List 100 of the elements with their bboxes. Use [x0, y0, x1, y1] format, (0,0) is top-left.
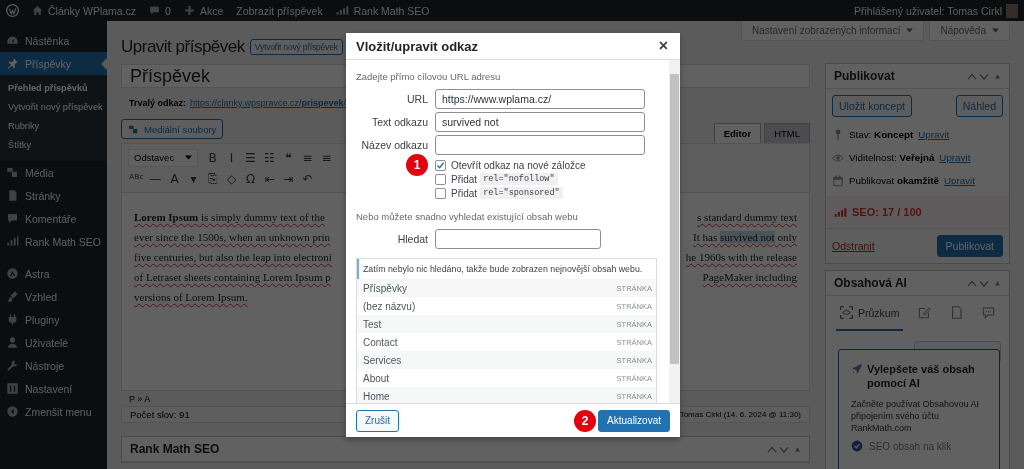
eye-icon: [832, 151, 844, 164]
menu-item[interactable]: Nástěnka: [0, 29, 107, 52]
checkbox[interactable]: [435, 159, 446, 171]
toolbar-button[interactable]: ↶: [299, 168, 316, 189]
panel-arrows-icon: [967, 72, 1001, 80]
menu-item[interactable]: Média: [0, 161, 107, 184]
submenu-item[interactable]: Rubriky: [0, 117, 107, 136]
input-field[interactable]: https://www.wplama.cz/: [435, 89, 645, 109]
step-marker: 1: [406, 154, 428, 176]
format-select[interactable]: Odstavec: [128, 148, 198, 167]
edit-link[interactable]: Upravit: [943, 175, 975, 186]
toolbar-button[interactable]: ☷: [261, 147, 278, 168]
view-post-link[interactable]: Zobrazit příspěvek: [236, 4, 323, 17]
wrench-icon: [6, 359, 19, 372]
paragraph-text: s standard dummy text: [697, 211, 797, 223]
close-button[interactable]: ×: [656, 38, 670, 54]
menu-item[interactable]: Uživatelé: [0, 331, 107, 354]
calendar-icon: [832, 174, 844, 187]
update-button[interactable]: Aktualizovat: [598, 409, 670, 432]
status-text: Stav: Koncept: [849, 129, 914, 140]
edit-link[interactable]: Upravit: [939, 152, 971, 163]
home-icon: [32, 5, 43, 16]
caret-icon: [185, 155, 192, 160]
toolbar-button[interactable]: A: [166, 168, 183, 189]
element-path: P » A: [129, 394, 151, 404]
menu-item[interactable]: Vzhled: [0, 285, 107, 308]
toolbar-button[interactable]: ≡: [299, 147, 316, 168]
search-field[interactable]: [435, 229, 601, 249]
menu-item[interactable]: Astra: [0, 262, 107, 285]
toolbar-button[interactable]: ⎘: [204, 168, 221, 189]
user-greeting[interactable]: Přihlášený uživatel: Tomas Cirkl: [853, 4, 1002, 17]
field-label: Hledat: [396, 233, 428, 245]
option-label: Otevřít odkaz na nové záložce: [451, 159, 586, 171]
pencil-square-icon: [918, 306, 932, 319]
save-draft-button[interactable]: Uložit koncept: [832, 95, 912, 117]
toolbar-button[interactable]: ☰: [242, 147, 259, 168]
page-icon: [6, 189, 19, 202]
menu-item[interactable]: Příspěvky: [0, 52, 107, 75]
toolbar-button[interactable]: ▾: [185, 168, 202, 189]
check-badge-icon: [851, 440, 863, 452]
delete-link[interactable]: Odstranit: [832, 240, 875, 252]
preview-button[interactable]: Náhled: [955, 95, 1003, 117]
toolbar-button[interactable]: I: [223, 147, 240, 168]
menu-item[interactable]: Nástroje: [0, 354, 107, 377]
menu-item[interactable]: Nastavení: [0, 377, 107, 400]
caret-icon: [906, 28, 914, 33]
site-link[interactable]: Články WPlama.cz: [48, 4, 137, 17]
seo-menu-link[interactable]: Rank Math SEO: [353, 4, 430, 17]
collapse-menu-button[interactable]: Zmenšit menu: [0, 400, 107, 423]
screen-tab-button[interactable]: Nápověda: [929, 21, 1010, 41]
toolbar-button[interactable]: ⇥: [280, 168, 297, 189]
toolbar-button[interactable]: —: [147, 168, 164, 189]
new-post-button[interactable]: Vytvořit nový příspěvek: [249, 39, 343, 55]
option-label: Přidat: [451, 173, 478, 185]
paragraph-text: Lorem Ipsum is simply dummy text of the: [134, 211, 325, 223]
menu-item[interactable]: Komentáře: [0, 207, 107, 230]
toolbar-button[interactable]: ❝: [280, 147, 297, 168]
toolbar-button[interactable]: ◇: [223, 168, 240, 189]
editor-tab[interactable]: HTML: [764, 123, 810, 143]
speech-bubble-icon: [6, 212, 19, 225]
submenu-item[interactable]: Štítky: [0, 136, 107, 155]
toolbar-button[interactable]: ⇤: [261, 168, 278, 189]
input-field[interactable]: [435, 135, 645, 155]
paragraph-text: versions of Lorem Ipsum.: [134, 291, 248, 303]
code-text: rel="sponsored": [480, 187, 563, 199]
checkbox[interactable]: [435, 173, 446, 185]
paragraph-text: of Letraset sheets containing Lorem Ipsum p: [134, 271, 331, 283]
editor-tab[interactable]: Editor: [713, 123, 762, 143]
publish-button[interactable]: Publikovat: [936, 235, 1003, 257]
comment-count[interactable]: 0: [165, 4, 171, 17]
menu-item[interactable]: Pluginy: [0, 308, 107, 331]
paragraph-text: PageMaker including: [702, 271, 797, 283]
new-link[interactable]: Akce: [199, 4, 224, 17]
input-field[interactable]: survived not: [435, 112, 645, 132]
word-count: Počet slov: 91: [130, 409, 190, 420]
edit-link[interactable]: Upravit: [918, 129, 950, 140]
menu-item[interactable]: Stránky: [0, 184, 107, 207]
scrollbar[interactable]: [669, 60, 680, 403]
circle-logo-icon[interactable]: [6, 4, 19, 17]
toolbar-button[interactable]: ≡: [318, 147, 335, 168]
person-icon: [6, 336, 19, 349]
media-button[interactable]: Mediální soubory: [121, 119, 224, 139]
paragraph-text: he 1960s with the release: [685, 251, 797, 263]
dialog-title: Vložit/upravit odkaz: [356, 38, 479, 54]
step-marker: 2: [574, 409, 597, 432]
bar-chart-icon: [6, 235, 19, 248]
permalink-link[interactable]: https://clanky.wpspravce.cz/prispevek/: [190, 98, 346, 108]
submenu-item[interactable]: Přehled příspěvků: [0, 79, 107, 98]
toolbar-button[interactable]: B: [204, 147, 221, 168]
cancel-button[interactable]: Zrušit: [356, 409, 399, 432]
status-text: Viditelnost: Veřejná: [849, 152, 935, 163]
media-icon: [128, 123, 139, 135]
screen-tab-button[interactable]: Nastavení zobrazených informací: [741, 21, 925, 41]
checkbox[interactable]: [435, 187, 446, 199]
toolbar-button[interactable]: Ω: [242, 168, 259, 189]
toolbar-button[interactable]: ᴬᴮᶜ: [128, 168, 145, 189]
content-ai-tab[interactable]: Průzkum: [836, 296, 904, 331]
submenu-item[interactable]: Vytvořit nový příspěvek: [0, 98, 107, 117]
panel-title: Publikovat: [834, 69, 895, 83]
menu-item[interactable]: Rank Math SEO: [0, 230, 107, 253]
